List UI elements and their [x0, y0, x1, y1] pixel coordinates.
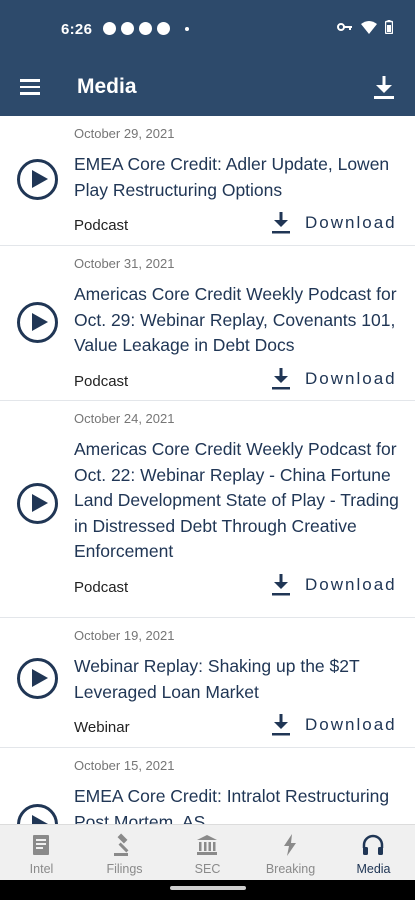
gavel-icon	[114, 833, 129, 856]
download-icon[interactable]	[369, 72, 399, 102]
item-title[interactable]: EMEA Core Credit: Adler Update, Lowen Pl…	[74, 152, 404, 203]
list-item: October 15, 2021 EMEA Core Credit: Intra…	[0, 748, 415, 824]
download-button[interactable]: Download	[270, 211, 397, 235]
item-date: October 24, 2021	[74, 411, 175, 426]
tab-label: Breaking	[265, 862, 316, 876]
play-icon[interactable]	[17, 804, 58, 824]
tab-breaking[interactable]: Breaking	[249, 825, 332, 881]
list-item: October 24, 2021 Americas Core Credit We…	[0, 401, 415, 618]
download-icon	[272, 574, 290, 596]
tab-label: Intel	[29, 862, 54, 876]
bank-icon	[197, 835, 217, 855]
app-bar: Media	[0, 60, 415, 116]
play-icon[interactable]	[17, 658, 58, 699]
android-icon	[139, 22, 152, 35]
item-type: Webinar	[74, 719, 130, 736]
play-icon[interactable]	[17, 159, 58, 200]
tab-media[interactable]: Media	[332, 825, 415, 881]
item-title[interactable]: Americas Core Credit Weekly Podcast for …	[74, 437, 404, 565]
tab-label: SEC	[194, 862, 221, 876]
tab-label: Media	[356, 862, 391, 876]
status-time: 6:26	[61, 21, 93, 38]
system-icons	[337, 20, 393, 34]
item-date: October 19, 2021	[74, 628, 175, 643]
item-date: October 31, 2021	[74, 256, 175, 271]
play-notification-icon	[121, 22, 134, 35]
status-bar: 6:26	[0, 0, 415, 60]
tab-label: Filings	[106, 862, 143, 876]
item-type: Podcast	[74, 579, 129, 596]
download-button[interactable]: Download	[270, 713, 397, 737]
home-gesture-handle[interactable]	[170, 886, 246, 890]
list-item: October 29, 2021 EMEA Core Credit: Adler…	[0, 116, 415, 246]
download-button[interactable]: Download	[270, 573, 397, 597]
more-notifications-icon	[185, 26, 189, 31]
document-icon	[33, 835, 49, 855]
tab-intel[interactable]: Intel	[0, 825, 83, 881]
menu-icon[interactable]	[18, 77, 42, 97]
list-item: October 19, 2021 Webinar Replay: Shaking…	[0, 618, 415, 748]
item-date: October 29, 2021	[74, 126, 175, 141]
android-icon	[157, 22, 170, 35]
media-list: October 29, 2021 EMEA Core Credit: Adler…	[0, 116, 415, 824]
list-item: October 31, 2021 Americas Core Credit We…	[0, 246, 415, 401]
page-title: Media	[77, 75, 137, 98]
bottom-nav: Intel Filings SEC Breaking Media	[0, 824, 415, 880]
download-icon	[272, 212, 290, 234]
item-title[interactable]: Webinar Replay: Shaking up the $2T Lever…	[74, 654, 404, 705]
item-title[interactable]: Americas Core Credit Weekly Podcast for …	[74, 282, 404, 359]
vpn-key-icon	[337, 23, 352, 31]
download-label: Download	[305, 213, 397, 232]
play-icon[interactable]	[17, 483, 58, 524]
notification-icons	[103, 22, 189, 35]
play-icon[interactable]	[17, 302, 58, 343]
download-icon	[272, 368, 290, 390]
item-type: Podcast	[74, 373, 129, 390]
tab-filings[interactable]: Filings	[83, 825, 166, 881]
notification-app-icon	[103, 22, 116, 35]
tab-sec[interactable]: SEC	[166, 825, 249, 881]
system-gesture-bar	[0, 880, 415, 900]
battery-icon	[385, 20, 393, 34]
download-icon	[272, 714, 290, 736]
lightning-icon	[284, 834, 296, 856]
item-type: Podcast	[74, 217, 129, 234]
headphones-icon	[362, 834, 384, 855]
download-label: Download	[305, 369, 397, 388]
download-label: Download	[305, 715, 397, 734]
wifi-icon	[361, 20, 377, 34]
download-label: Download	[305, 575, 397, 594]
item-date: October 15, 2021	[74, 758, 175, 773]
download-button[interactable]: Download	[270, 367, 397, 391]
item-title[interactable]: EMEA Core Credit: Intralot Restructuring…	[74, 784, 404, 824]
